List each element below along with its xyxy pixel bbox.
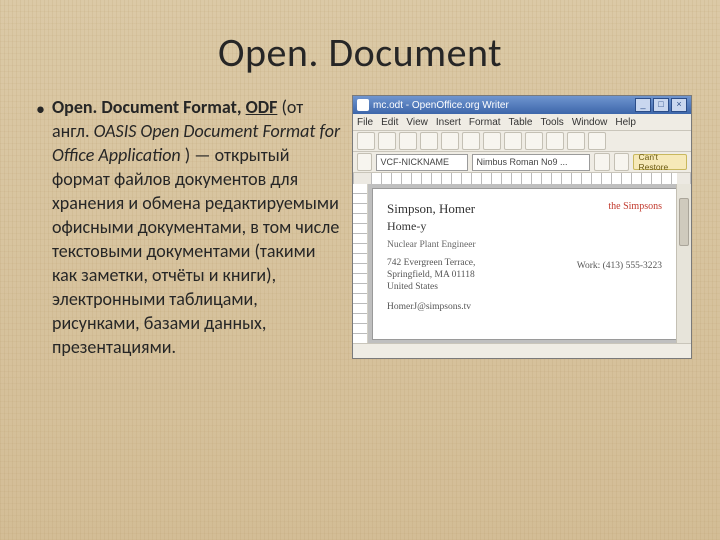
tb-bold-icon[interactable] [594,153,609,171]
slide-title: Open. Document [0,0,720,95]
doc-role: Nuclear Plant Engineer [387,240,662,250]
window-buttons: _ □ × [635,98,687,112]
tb-find-icon[interactable] [567,132,585,150]
menu-table[interactable]: Table [509,117,533,128]
after-italic: ) — открытый формат файлов документов дл… [52,144,339,358]
vertical-scrollbar[interactable] [676,184,691,344]
menu-view[interactable]: View [406,117,428,128]
maximize-button[interactable]: □ [653,98,669,112]
menu-edit[interactable]: Edit [381,117,398,128]
tb-cut-icon[interactable] [441,132,459,150]
menu-format[interactable]: Format [469,117,501,128]
window-title: mc.odt - OpenOffice.org Writer [373,100,631,111]
toolbar-format: VCF-NICKNAME Nimbus Roman No9 ... Can't … [353,152,691,173]
statusbar [353,343,691,358]
menu-window[interactable]: Window [572,117,608,128]
scroll-thumb[interactable] [679,198,689,246]
odf-bold-underline: ODF [246,96,278,118]
tb-redo-icon[interactable] [525,132,543,150]
tb-zoom-icon[interactable] [588,132,606,150]
minimize-button[interactable]: _ [635,98,651,112]
tb-paste-icon[interactable] [483,132,501,150]
menu-file[interactable]: File [357,117,373,128]
doc-country: United States [387,282,662,292]
doc-work: Work: (413) 555-3223 [577,261,662,271]
bullet: • [36,95,52,121]
lead-bold: Open. Document Format, [52,96,246,118]
tb-undo-icon[interactable] [504,132,522,150]
menubar: File Edit View Insert Format Table Tools… [353,114,691,131]
tb-save-icon[interactable] [399,132,417,150]
tb-new-icon[interactable] [357,132,375,150]
writer-screenshot: mc.odt - OpenOffice.org Writer _ □ × Fil… [352,95,692,359]
vertical-ruler [353,184,368,344]
document-area: the Simpsons Simpson, Homer Home-y Nucle… [353,184,691,344]
tb-open-icon[interactable] [378,132,396,150]
tb-style-icon[interactable] [357,153,372,171]
tb-copy-icon[interactable] [462,132,480,150]
content-row: • Open. Document Format, ODF (от англ. O… [0,95,720,359]
doc-group: the Simpsons [608,201,662,212]
menu-help[interactable]: Help [615,117,636,128]
doc-addr2: Springfield, MA 01118 [387,270,662,280]
toolbar-main [353,131,691,152]
page: the Simpsons Simpson, Homer Home-y Nucle… [372,188,677,340]
body-paragraph: Open. Document Format, ODF (от англ. OAS… [52,95,352,359]
tb-italic-icon[interactable] [614,153,629,171]
style-combo[interactable]: VCF-NICKNAME [376,154,468,171]
tb-table-icon[interactable] [546,132,564,150]
doc-email: HomerJ@simpsons.tv [387,302,662,312]
restore-badge: Can't Restore [633,154,687,170]
titlebar: mc.odt - OpenOffice.org Writer _ □ × [353,96,691,114]
menu-tools[interactable]: Tools [540,117,563,128]
app-icon [357,99,369,111]
tb-print-icon[interactable] [420,132,438,150]
doc-sub: Home-y [387,219,662,234]
close-button[interactable]: × [671,98,687,112]
menu-insert[interactable]: Insert [436,117,461,128]
font-combo[interactable]: Nimbus Roman No9 ... [472,154,590,171]
